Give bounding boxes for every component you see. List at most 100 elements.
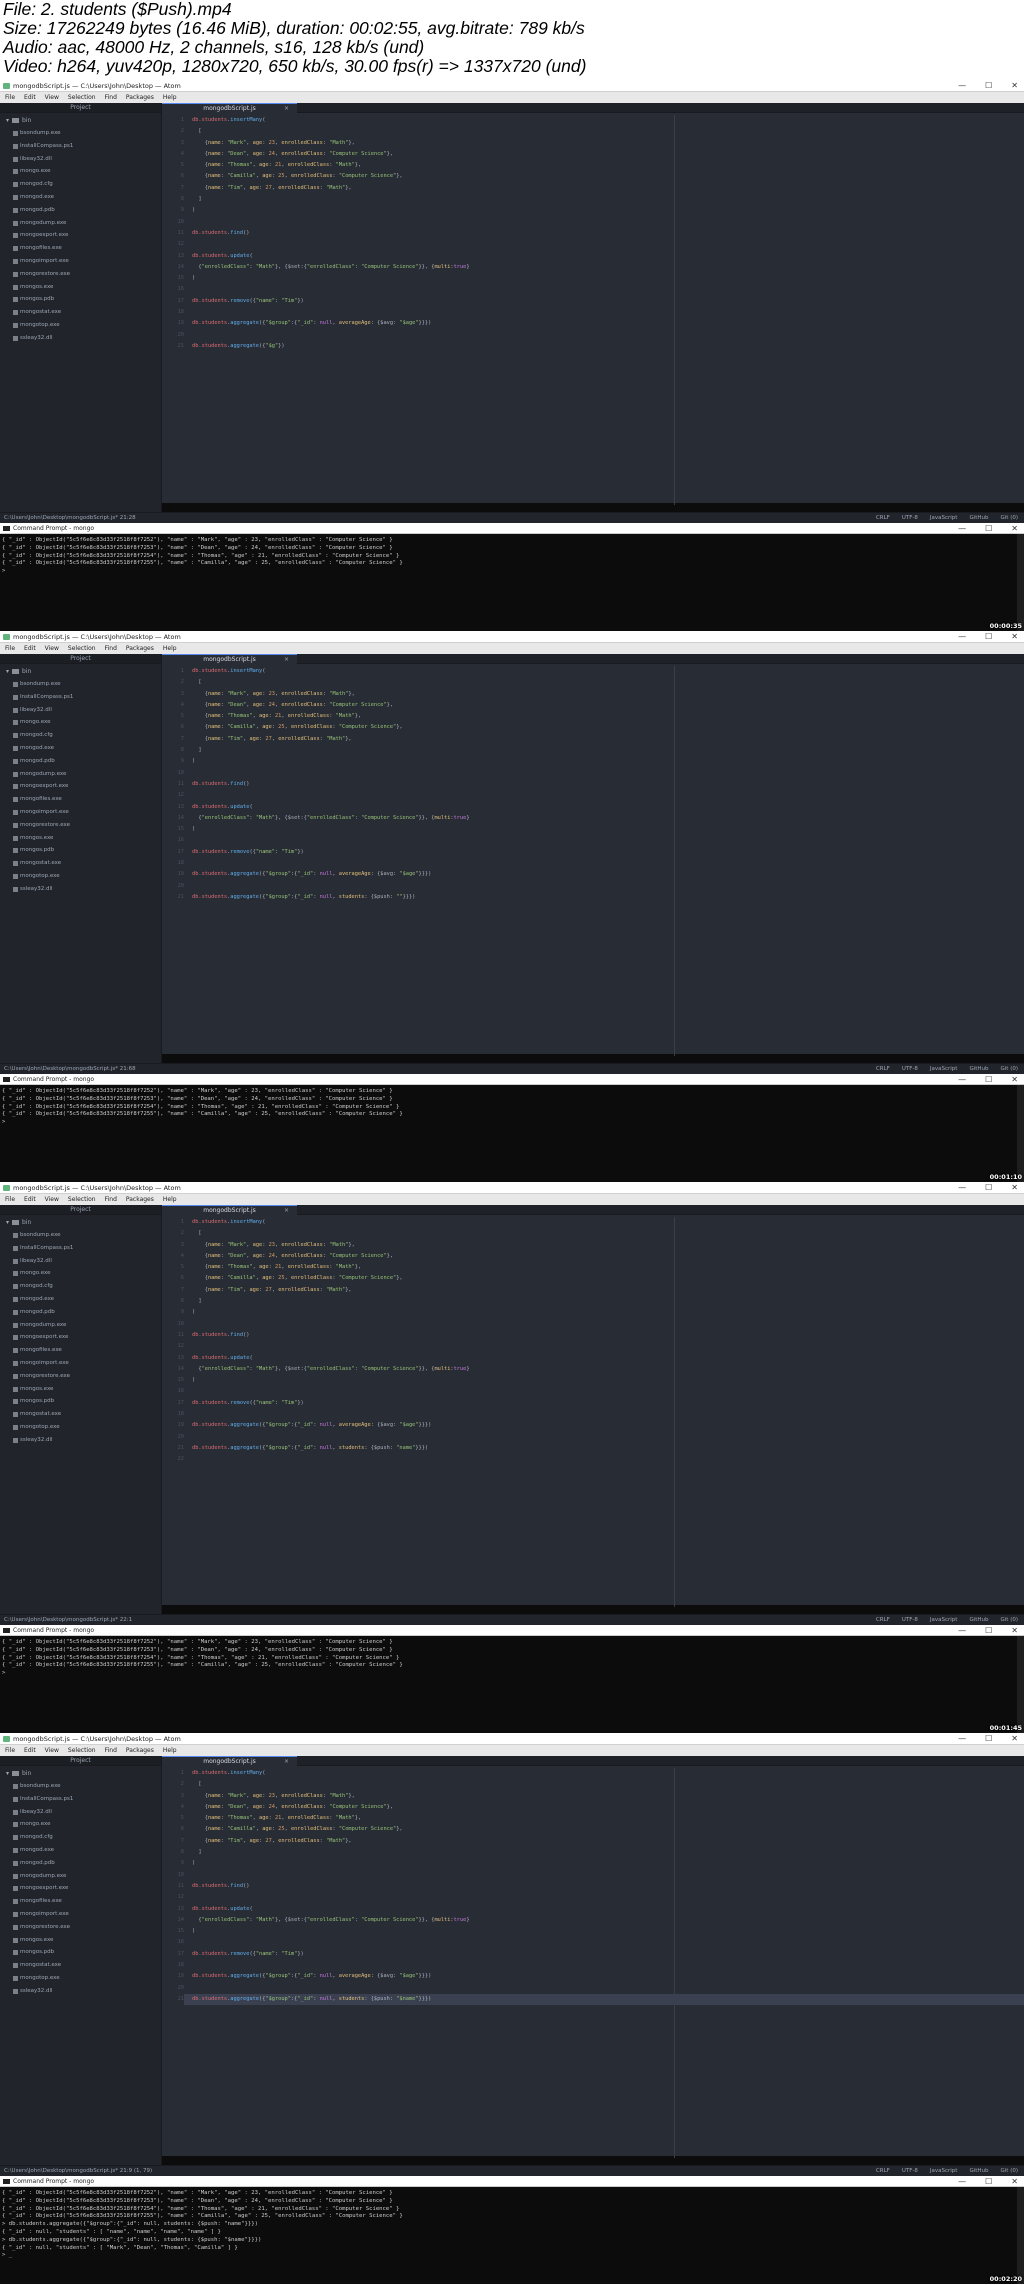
code-line[interactable]: {name: "Camilla", age: 25, enrolledClass… <box>184 171 1024 182</box>
menu-view[interactable]: View <box>45 1745 59 1756</box>
maximize-icon[interactable]: ☐ <box>985 523 992 534</box>
file-item[interactable]: mongodump.exe <box>0 217 161 230</box>
code-line[interactable]: ​ <box>184 330 1024 341</box>
menu-edit[interactable]: Edit <box>24 1194 36 1205</box>
code-area[interactable]: 1 2 3 4 5 6 7 8 9 10 11 12 13 14 15 16 17 18 19 20 21 db.stu… <box>162 115 1024 505</box>
close-tab-icon[interactable]: × <box>284 655 289 664</box>
code-line[interactable]: {name: "Camilla", age: 25, enrolledClass… <box>184 722 1024 733</box>
menu-help[interactable]: Help <box>163 1745 177 1756</box>
menu-view[interactable]: View <box>45 643 59 654</box>
code-line[interactable]: {name: "Mark", age: 23, enrolledClass: "… <box>184 1240 1024 1251</box>
code-lines[interactable]: db.students.insertMany( [ {name: "Mark",… <box>184 115 1024 352</box>
console-output[interactable]: { "_id" : ObjectId("5c5f6e8c83d33f2518f8… <box>2 2190 1012 2260</box>
code-line[interactable]: {name: "Mark", age: 23, enrolledClass: "… <box>184 1791 1024 1802</box>
code-line[interactable]: {"enrolledClass": "Math"}, {$set:{"enrol… <box>184 262 1024 273</box>
code-line[interactable]: db.students.find() <box>184 1330 1024 1341</box>
folder-bin[interactable]: ▾ bin <box>0 113 161 127</box>
file-item[interactable]: mongos.exe <box>0 1934 161 1947</box>
tab-mongodbscript[interactable]: mongodbScript.js × <box>162 1756 297 1766</box>
file-item[interactable]: mongo.exe <box>0 716 161 729</box>
code-line[interactable]: ] <box>184 194 1024 205</box>
code-lines[interactable]: db.students.insertMany( [ {name: "Mark",… <box>184 1217 1024 1466</box>
code-area[interactable]: 1 2 3 4 5 6 7 8 9 10 11 12 13 14 15 16 17 18 19 20 21 db.stu… <box>162 1768 1024 2158</box>
file-item[interactable]: mongos.pdb <box>0 1395 161 1408</box>
code-line[interactable]: db.students.insertMany( <box>184 115 1024 126</box>
file-item[interactable]: mongoexport.exe <box>0 1331 161 1344</box>
code-line[interactable]: {name: "Mark", age: 23, enrolledClass: "… <box>184 138 1024 149</box>
code-line[interactable]: ​ <box>184 217 1024 228</box>
code-line[interactable]: db.students.find() <box>184 1881 1024 1892</box>
file-item[interactable]: mongo.exe <box>0 1267 161 1280</box>
close-icon[interactable]: ✕ <box>1011 2176 1018 2187</box>
file-item[interactable]: libeay32.dll <box>0 704 161 717</box>
code-line[interactable]: db.students.update( <box>184 1904 1024 1915</box>
console-output[interactable]: { "_id" : ObjectId("5c5f6e8c83d33f2518f8… <box>2 1088 1012 1127</box>
file-item[interactable]: libeay32.dll <box>0 1255 161 1268</box>
close-icon[interactable]: ✕ <box>1011 1182 1018 1194</box>
code-line[interactable]: db.students.insertMany( <box>184 666 1024 677</box>
file-item[interactable]: mongotop.exe <box>0 870 161 883</box>
file-item[interactable]: ssleay32.dll <box>0 1985 161 1998</box>
minimize-icon[interactable]: — <box>958 80 966 92</box>
code-line[interactable]: {"enrolledClass": "Math"}, {$set:{"enrol… <box>184 1364 1024 1375</box>
code-editor[interactable]: mongodbScript.js × 1 2 3 4 5 6 7 8 9 10 11 12 13 14 15 1… <box>162 1205 1024 1607</box>
file-item[interactable]: mongoimport.exe <box>0 806 161 819</box>
file-item[interactable]: mongodump.exe <box>0 1870 161 1883</box>
file-item[interactable]: mongoimport.exe <box>0 1908 161 1921</box>
file-item[interactable]: mongotop.exe <box>0 1421 161 1434</box>
code-line[interactable]: ​ <box>184 307 1024 318</box>
file-item[interactable]: mongoimport.exe <box>0 255 161 268</box>
file-item[interactable]: mongofiles.exe <box>0 793 161 806</box>
maximize-icon[interactable]: ☐ <box>985 80 992 92</box>
file-item[interactable]: mongos.exe <box>0 281 161 294</box>
menu-selection[interactable]: Selection <box>68 1194 96 1205</box>
close-icon[interactable]: ✕ <box>1011 1625 1018 1636</box>
code-lines[interactable]: db.students.insertMany( [ {name: "Mark",… <box>184 1768 1024 2006</box>
file-item[interactable]: bsondump.exe <box>0 1229 161 1242</box>
maximize-icon[interactable]: ☐ <box>985 1625 992 1636</box>
code-line[interactable]: {name: "Mark", age: 23, enrolledClass: "… <box>184 689 1024 700</box>
file-item[interactable]: mongos.exe <box>0 832 161 845</box>
code-line[interactable]: ​ <box>184 1960 1024 1971</box>
file-item[interactable]: bsondump.exe <box>0 1780 161 1793</box>
code-line[interactable]: ) <box>184 1858 1024 1869</box>
menu-selection[interactable]: Selection <box>68 643 96 654</box>
code-line[interactable]: {name: "Dean", age: 24, enrolledClass: "… <box>184 1802 1024 1813</box>
menu-selection[interactable]: Selection <box>68 1745 96 1756</box>
file-item[interactable]: mongos.pdb <box>0 1946 161 1959</box>
menu-edit[interactable]: Edit <box>24 643 36 654</box>
code-line[interactable]: ] <box>184 745 1024 756</box>
minimize-icon[interactable]: — <box>958 1625 966 1636</box>
console-scrollbar[interactable] <box>1017 2187 1024 2284</box>
maximize-icon[interactable]: ☐ <box>985 1733 992 1745</box>
maximize-icon[interactable]: ☐ <box>985 1074 992 1085</box>
code-line[interactable]: {name: "Tim", age: 27, enrolledClass: "M… <box>184 734 1024 745</box>
code-line[interactable]: db.students.aggregate({"$group":{"_id": … <box>184 869 1024 880</box>
code-editor[interactable]: mongodbScript.js × 1 2 3 4 5 6 7 8 9 10 11 12 13 14 15 1… <box>162 1756 1024 2158</box>
code-line[interactable]: ​ <box>184 1983 1024 1994</box>
code-line[interactable]: ​ <box>184 1937 1024 1948</box>
file-item[interactable]: mongo.exe <box>0 1818 161 1831</box>
menu-edit[interactable]: Edit <box>24 1745 36 1756</box>
minimize-icon[interactable]: — <box>958 1733 966 1745</box>
code-line[interactable]: ​ <box>184 768 1024 779</box>
file-item[interactable]: mongod.exe <box>0 1844 161 1857</box>
folder-bin[interactable]: ▾ bin <box>0 664 161 678</box>
code-line[interactable]: {name: "Thomas", age: 21, enrolledClass:… <box>184 1262 1024 1273</box>
menu-find[interactable]: Find <box>105 1194 117 1205</box>
code-line[interactable]: ) <box>184 273 1024 284</box>
console-output[interactable]: { "_id" : ObjectId("5c5f6e8c83d33f2518f8… <box>2 537 1012 576</box>
menu-find[interactable]: Find <box>105 643 117 654</box>
menu-find[interactable]: Find <box>105 1745 117 1756</box>
code-line[interactable]: db.students.update( <box>184 1353 1024 1364</box>
file-item[interactable]: ssleay32.dll <box>0 883 161 896</box>
code-line[interactable]: ​ <box>184 284 1024 295</box>
code-line[interactable]: {name: "Dean", age: 24, enrolledClass: "… <box>184 700 1024 711</box>
code-line[interactable]: {name: "Dean", age: 24, enrolledClass: "… <box>184 149 1024 160</box>
file-item[interactable]: mongod.exe <box>0 191 161 204</box>
code-line[interactable]: [ <box>184 1779 1024 1790</box>
code-line[interactable]: ​ <box>184 1892 1024 1903</box>
tab-mongodbscript[interactable]: mongodbScript.js × <box>162 654 297 664</box>
menu-file[interactable]: File <box>5 1745 15 1756</box>
close-icon[interactable]: ✕ <box>1011 523 1018 534</box>
